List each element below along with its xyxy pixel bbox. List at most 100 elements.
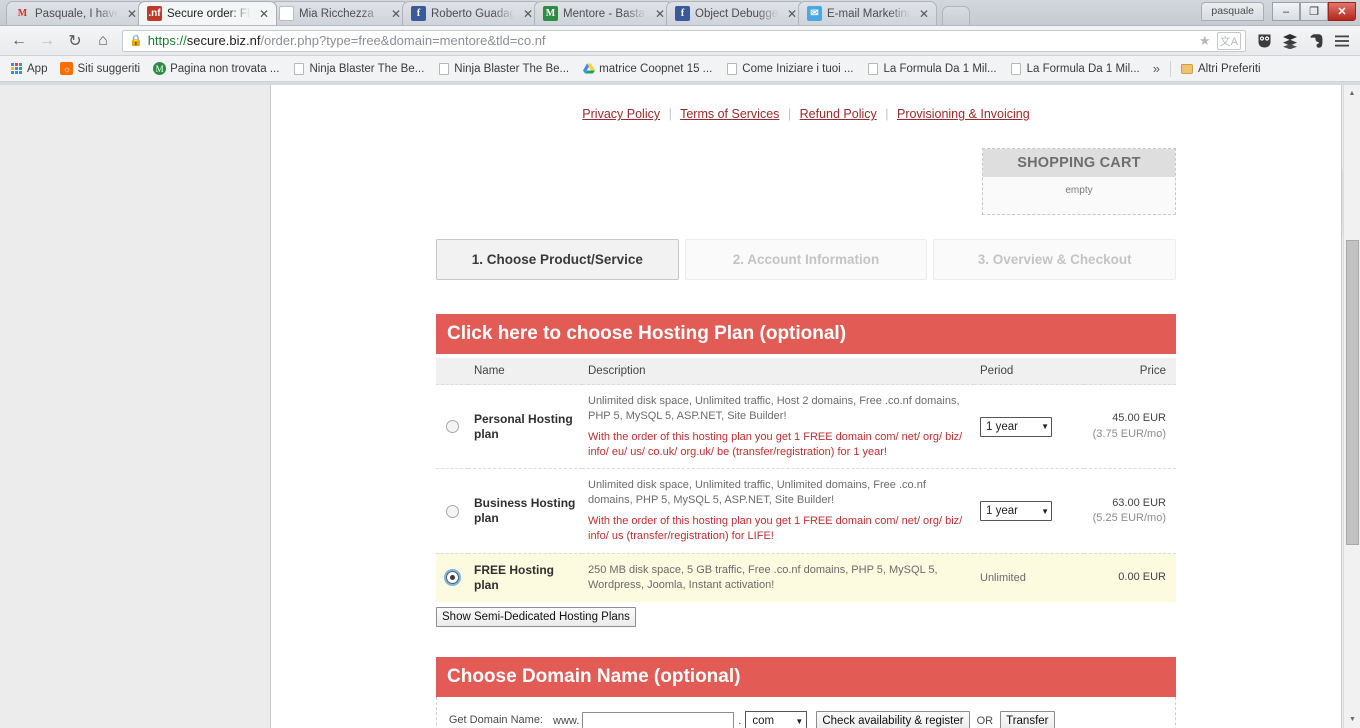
step-choose-product[interactable]: 1. Choose Product/Service — [436, 239, 679, 280]
reload-icon[interactable]: ↻ — [62, 29, 88, 53]
tab-close-icon[interactable]: ✕ — [258, 8, 270, 20]
bookmark-label: La Formula Da 1 Mil... — [1026, 62, 1140, 75]
folder-icon — [1181, 62, 1194, 75]
tab-close-icon[interactable]: ✕ — [390, 8, 402, 20]
back-icon[interactable]: ← — [6, 29, 32, 53]
chevron-down-icon: ▼ — [795, 716, 804, 726]
page-icon — [867, 62, 880, 75]
browser-tab-4[interactable]: f Roberto Guadagno ✕ — [402, 1, 541, 25]
bookmark-siti-suggeriti[interactable]: ☼ Siti suggeriti — [54, 60, 146, 77]
tab-close-icon[interactable]: ✕ — [918, 8, 930, 20]
maximize-button[interactable]: ❐ — [1300, 2, 1328, 21]
close-button[interactable]: ✕ — [1328, 2, 1356, 21]
bookmark-apps[interactable]: App — [4, 60, 53, 77]
tab-title: Secure order: FREE H — [167, 7, 253, 20]
shopping-cart-title: SHOPPING CART — [983, 149, 1175, 177]
period-select-personal[interactable]: 1 year ▼ — [980, 416, 1052, 437]
plan-price: 45.00 EUR — [1112, 412, 1166, 425]
tab-close-icon[interactable]: ✕ — [654, 8, 666, 20]
tab-close-icon[interactable]: ✕ — [126, 8, 138, 20]
chrome-menu-icon[interactable] — [1330, 29, 1354, 53]
get-domain-label: Get Domain Name: — [448, 713, 543, 726]
plan-description-cell: 250 MB disk space, 5 GB traffic, Free .c… — [582, 552, 974, 602]
evernote-icon[interactable] — [1304, 29, 1328, 53]
tab-close-icon[interactable]: ✕ — [786, 8, 798, 20]
or-label: OR — [976, 715, 994, 728]
plan-description: 250 MB disk space, 5 GB traffic, Free .c… — [588, 563, 938, 591]
tab-title: Roberto Guadagno — [431, 7, 517, 20]
bookmark-ninja-blaster-2[interactable]: Ninja Blaster The Be... — [431, 60, 575, 77]
bookmarks-overflow-icon[interactable]: » — [1147, 61, 1166, 76]
table-row-selected[interactable]: FREE Hosting plan 250 MB disk space, 5 G… — [436, 552, 1176, 602]
address-bar[interactable]: 🔒 https://secure.biz.nf/order.php?type=f… — [122, 29, 1246, 52]
hootsuite-owl-icon[interactable] — [1252, 29, 1276, 53]
url-scheme: https:// — [147, 33, 187, 48]
url-host: secure.biz.nf — [186, 33, 261, 48]
radio-business-hosting-plan[interactable] — [445, 504, 459, 518]
plan-radio-cell — [436, 468, 468, 554]
link-provisioning-invoicing[interactable]: Provisioning & Invoicing — [897, 107, 1030, 121]
domain-heading[interactable]: Choose Domain Name (optional) — [436, 656, 1176, 697]
omnibox-actions: ★ 文A — [1199, 31, 1241, 50]
radio-personal-hosting-plan[interactable] — [445, 420, 459, 434]
bookmark-formula-2[interactable]: La Formula Da 1 Mil... — [1004, 60, 1146, 77]
show-semi-dedicated-button[interactable]: Show Semi-Dedicated Hosting Plans — [436, 606, 636, 627]
bookmark-pagina-non-trovata[interactable]: M Pagina non trovata ... — [147, 60, 285, 77]
browser-tab-7[interactable]: ✉ E-mail Marketing, A ✕ — [798, 1, 937, 25]
plan-name: FREE Hosting plan — [468, 552, 582, 602]
table-row[interactable]: Business Hosting plan Unlimited disk spa… — [436, 468, 1176, 554]
bookmark-label: Ninja Blaster The Be... — [454, 62, 570, 75]
bookmark-label: Siti suggeriti — [77, 62, 141, 75]
plan-price-monthly: (5.25 EUR/mo) — [1092, 512, 1166, 525]
page-scrollbar[interactable]: ▲ ▼ — [1343, 85, 1360, 728]
tld-select[interactable]: com ▼ — [745, 710, 808, 728]
forward-icon[interactable]: → — [34, 29, 60, 53]
browser-tab-6[interactable]: f Object Debugger ✕ — [666, 1, 805, 25]
period-select-business[interactable]: 1 year ▼ — [980, 501, 1052, 522]
profile-badge[interactable]: pasquale — [1201, 2, 1264, 21]
domain-name-input[interactable] — [582, 711, 735, 728]
minimize-button[interactable]: – — [1272, 2, 1300, 21]
step-overview-checkout[interactable]: 3. Overview & Checkout — [933, 239, 1177, 280]
bookmark-altri-preferiti[interactable]: Altri Preferiti — [1175, 60, 1267, 77]
plan-price-cell: 45.00 EUR (3.75 EUR/mo) — [1084, 383, 1176, 469]
link-refund-policy[interactable]: Refund Policy — [800, 107, 877, 121]
buffer-layers-icon[interactable] — [1278, 29, 1302, 53]
link-privacy-policy[interactable]: Privacy Policy — [582, 107, 660, 121]
bookmark-matrice-coopnet[interactable]: matrice Coopnet 15 ... — [576, 60, 718, 77]
gmail-icon: M — [17, 8, 28, 19]
bookmark-label: Come Iniziare i tuoi ... — [742, 62, 854, 75]
browser-tab-3[interactable]: Mia Ricchezza ✕ — [270, 1, 409, 25]
scrollbar-thumb[interactable] — [1346, 240, 1359, 545]
tab-title: Mentore - Basta cer — [563, 7, 649, 20]
bookmark-formula-1[interactable]: La Formula Da 1 Mil... — [861, 60, 1003, 77]
new-tab-button[interactable] — [942, 6, 970, 25]
home-icon[interactable]: ⌂ — [90, 29, 116, 53]
plan-price: 63.00 EUR — [1112, 496, 1166, 509]
scroll-down-icon[interactable]: ▼ — [1344, 711, 1360, 728]
check-availability-button[interactable]: Check availability & register — [816, 711, 970, 728]
bookmark-label: App — [27, 62, 48, 75]
star-icon[interactable]: ★ — [1199, 33, 1211, 49]
radio-free-hosting-plan[interactable] — [445, 571, 459, 585]
table-row[interactable]: Personal Hosting plan Unlimited disk spa… — [436, 383, 1176, 469]
step-account-information[interactable]: 2. Account Information — [684, 239, 928, 280]
col-description: Description — [582, 358, 974, 385]
link-terms-of-services[interactable]: Terms of Services — [680, 107, 779, 121]
shopping-cart-status: empty — [1065, 185, 1093, 196]
browser-tab-5[interactable]: M Mentore - Basta cer ✕ — [534, 1, 673, 25]
translate-icon[interactable]: 文A — [1216, 31, 1241, 50]
plan-promo: With the order of this hosting plan you … — [588, 430, 963, 458]
facebook-icon: f — [411, 6, 426, 21]
scroll-up-icon[interactable]: ▲ — [1344, 85, 1360, 102]
bulb-icon: ☼ — [60, 62, 74, 75]
tab-close-icon[interactable]: ✕ — [522, 8, 534, 20]
browser-tab-2-active[interactable]: .nf Secure order: FREE H ✕ — [138, 1, 277, 25]
transfer-button[interactable]: Transfer — [1000, 711, 1055, 728]
browser-tab-1[interactable]: M Pasquale, I have cre ✕ — [6, 1, 145, 25]
bookmark-label: Altri Preferiti — [1197, 62, 1261, 75]
bookmark-come-iniziare[interactable]: Come Iniziare i tuoi ... — [719, 60, 859, 77]
nf-icon: .nf — [147, 6, 162, 21]
hosting-plan-heading[interactable]: Click here to choose Hosting Plan (optio… — [436, 314, 1176, 354]
bookmark-ninja-blaster-1[interactable]: Ninja Blaster The Be... — [286, 60, 430, 77]
